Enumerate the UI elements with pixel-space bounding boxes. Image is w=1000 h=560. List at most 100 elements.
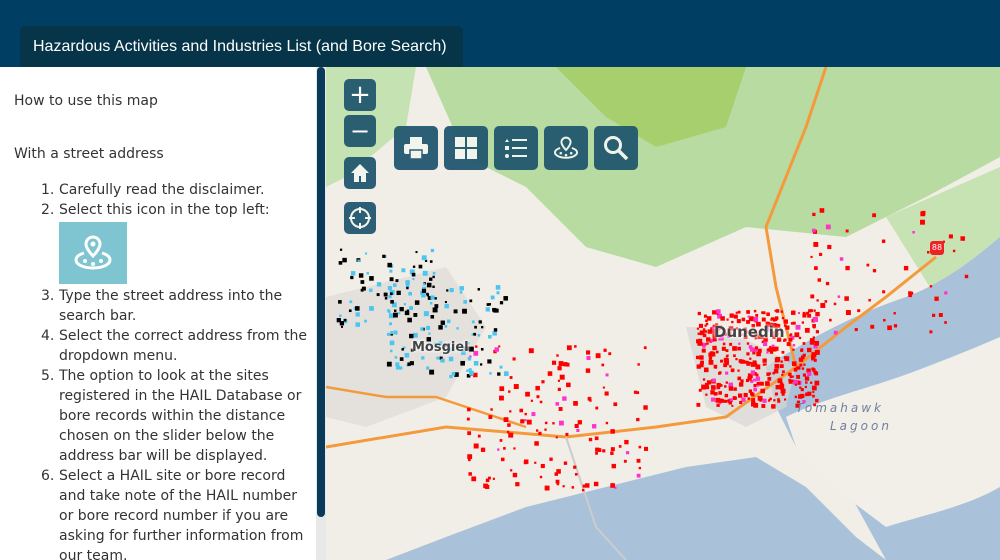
hail-site-marker[interactable] bbox=[415, 251, 418, 254]
hail-site-marker[interactable] bbox=[421, 356, 425, 360]
hail-site-marker[interactable] bbox=[796, 374, 801, 379]
hail-site-marker[interactable] bbox=[605, 421, 609, 425]
hail-site-marker[interactable] bbox=[788, 378, 792, 382]
hail-site-marker[interactable] bbox=[704, 382, 709, 387]
hail-site-marker[interactable] bbox=[414, 300, 420, 305]
hail-site-marker[interactable] bbox=[803, 363, 806, 366]
hail-site-marker[interactable] bbox=[738, 382, 744, 387]
hail-site-marker[interactable] bbox=[812, 340, 815, 343]
hail-site-marker[interactable] bbox=[775, 385, 780, 390]
hail-site-marker[interactable] bbox=[934, 296, 939, 301]
hail-site-marker[interactable] bbox=[893, 312, 896, 315]
hail-site-marker[interactable] bbox=[508, 432, 514, 438]
hail-site-marker[interactable] bbox=[714, 366, 717, 369]
hail-site-marker[interactable] bbox=[534, 441, 539, 446]
hail-site-marker[interactable] bbox=[710, 397, 716, 402]
hail-site-marker[interactable] bbox=[475, 345, 478, 348]
hail-site-marker[interactable] bbox=[394, 356, 398, 359]
hail-site-marker[interactable] bbox=[762, 358, 767, 363]
hail-site-marker[interactable] bbox=[496, 291, 500, 295]
hail-site-marker[interactable] bbox=[725, 381, 728, 384]
hail-site-marker[interactable] bbox=[749, 357, 752, 360]
hail-site-marker[interactable] bbox=[348, 309, 352, 313]
hail-site-marker[interactable] bbox=[531, 412, 536, 417]
hail-site-marker[interactable] bbox=[536, 429, 539, 432]
hail-site-marker[interactable] bbox=[774, 363, 780, 369]
hail-site-marker[interactable] bbox=[807, 313, 812, 318]
hail-site-marker[interactable] bbox=[833, 330, 838, 335]
hail-site-marker[interactable] bbox=[825, 281, 830, 286]
hail-site-marker[interactable] bbox=[801, 367, 805, 370]
hail-site-marker[interactable] bbox=[485, 478, 490, 483]
hail-site-marker[interactable] bbox=[781, 373, 784, 376]
hail-site-marker[interactable] bbox=[733, 387, 737, 391]
hail-site-marker[interactable] bbox=[426, 325, 431, 330]
hail-site-marker[interactable] bbox=[801, 321, 805, 324]
hail-site-marker[interactable] bbox=[549, 457, 553, 461]
hail-site-marker[interactable] bbox=[872, 213, 877, 218]
hail-site-marker[interactable] bbox=[761, 404, 766, 408]
hail-site-marker[interactable] bbox=[480, 447, 486, 452]
zoom-in-button[interactable]: + bbox=[344, 79, 376, 111]
hail-site-marker[interactable] bbox=[349, 300, 353, 304]
hail-site-marker[interactable] bbox=[811, 228, 816, 233]
hail-site-marker[interactable] bbox=[413, 313, 418, 317]
hail-site-marker[interactable] bbox=[643, 405, 648, 410]
hail-site-marker[interactable] bbox=[777, 399, 781, 403]
hail-site-marker[interactable] bbox=[557, 366, 562, 371]
hail-site-marker[interactable] bbox=[709, 330, 713, 333]
hail-site-marker[interactable] bbox=[364, 252, 368, 255]
hail-site-marker[interactable] bbox=[468, 346, 474, 352]
hail-site-marker[interactable] bbox=[738, 393, 743, 398]
hail-site-marker[interactable] bbox=[837, 295, 841, 298]
hail-site-marker[interactable] bbox=[355, 322, 360, 327]
hail-site-marker[interactable] bbox=[794, 395, 798, 399]
hail-site-marker[interactable] bbox=[384, 297, 388, 300]
hail-site-marker[interactable] bbox=[751, 398, 756, 403]
hail-site-marker[interactable] bbox=[386, 332, 391, 336]
hail-site-marker[interactable] bbox=[339, 248, 343, 251]
hail-site-marker[interactable] bbox=[643, 346, 647, 350]
hail-site-marker[interactable] bbox=[784, 356, 790, 362]
hail-site-marker[interactable] bbox=[429, 369, 435, 375]
hail-site-marker[interactable] bbox=[453, 309, 458, 314]
hail-site-marker[interactable] bbox=[745, 378, 750, 383]
hail-site-marker[interactable] bbox=[390, 299, 394, 304]
hail-site-marker[interactable] bbox=[728, 401, 732, 405]
hail-site-marker[interactable] bbox=[760, 389, 764, 393]
hail-site-marker[interactable] bbox=[739, 400, 743, 405]
scrollbar-thumb[interactable] bbox=[317, 67, 325, 517]
hail-site-marker[interactable] bbox=[729, 342, 733, 346]
hail-site-marker[interactable] bbox=[715, 350, 719, 354]
hail-site-marker[interactable] bbox=[726, 318, 729, 321]
hail-site-marker[interactable] bbox=[699, 355, 704, 360]
hail-site-marker[interactable] bbox=[702, 378, 706, 381]
hail-site-marker[interactable] bbox=[733, 314, 738, 319]
hail-site-marker[interactable] bbox=[473, 351, 479, 356]
hail-site-marker[interactable] bbox=[473, 332, 477, 336]
hail-site-marker[interactable] bbox=[586, 355, 591, 360]
hail-site-marker[interactable] bbox=[794, 383, 797, 386]
hail-site-marker[interactable] bbox=[825, 224, 831, 230]
hail-site-marker[interactable] bbox=[806, 347, 812, 353]
hail-site-marker[interactable] bbox=[773, 399, 776, 402]
hail-site-marker[interactable] bbox=[497, 372, 501, 376]
locate-button[interactable] bbox=[344, 202, 376, 234]
hail-site-marker[interactable] bbox=[868, 298, 871, 302]
hail-site-marker[interactable] bbox=[534, 461, 537, 464]
hail-site-marker[interactable] bbox=[770, 318, 773, 321]
hail-site-marker[interactable] bbox=[929, 330, 933, 334]
hail-site-marker[interactable] bbox=[611, 463, 616, 469]
hail-site-marker[interactable] bbox=[618, 445, 622, 448]
hail-site-marker[interactable] bbox=[513, 447, 516, 450]
hail-site-marker[interactable] bbox=[355, 306, 360, 311]
hail-site-marker[interactable] bbox=[467, 431, 472, 436]
hail-site-marker[interactable] bbox=[703, 367, 709, 373]
hail-site-marker[interactable] bbox=[706, 342, 709, 345]
hail-site-marker[interactable] bbox=[498, 345, 501, 348]
hail-site-marker[interactable] bbox=[558, 361, 564, 366]
hail-site-marker[interactable] bbox=[696, 364, 701, 369]
hail-site-marker[interactable] bbox=[767, 376, 772, 381]
hail-site-marker[interactable] bbox=[814, 340, 820, 346]
hail-site-marker[interactable] bbox=[512, 357, 516, 361]
